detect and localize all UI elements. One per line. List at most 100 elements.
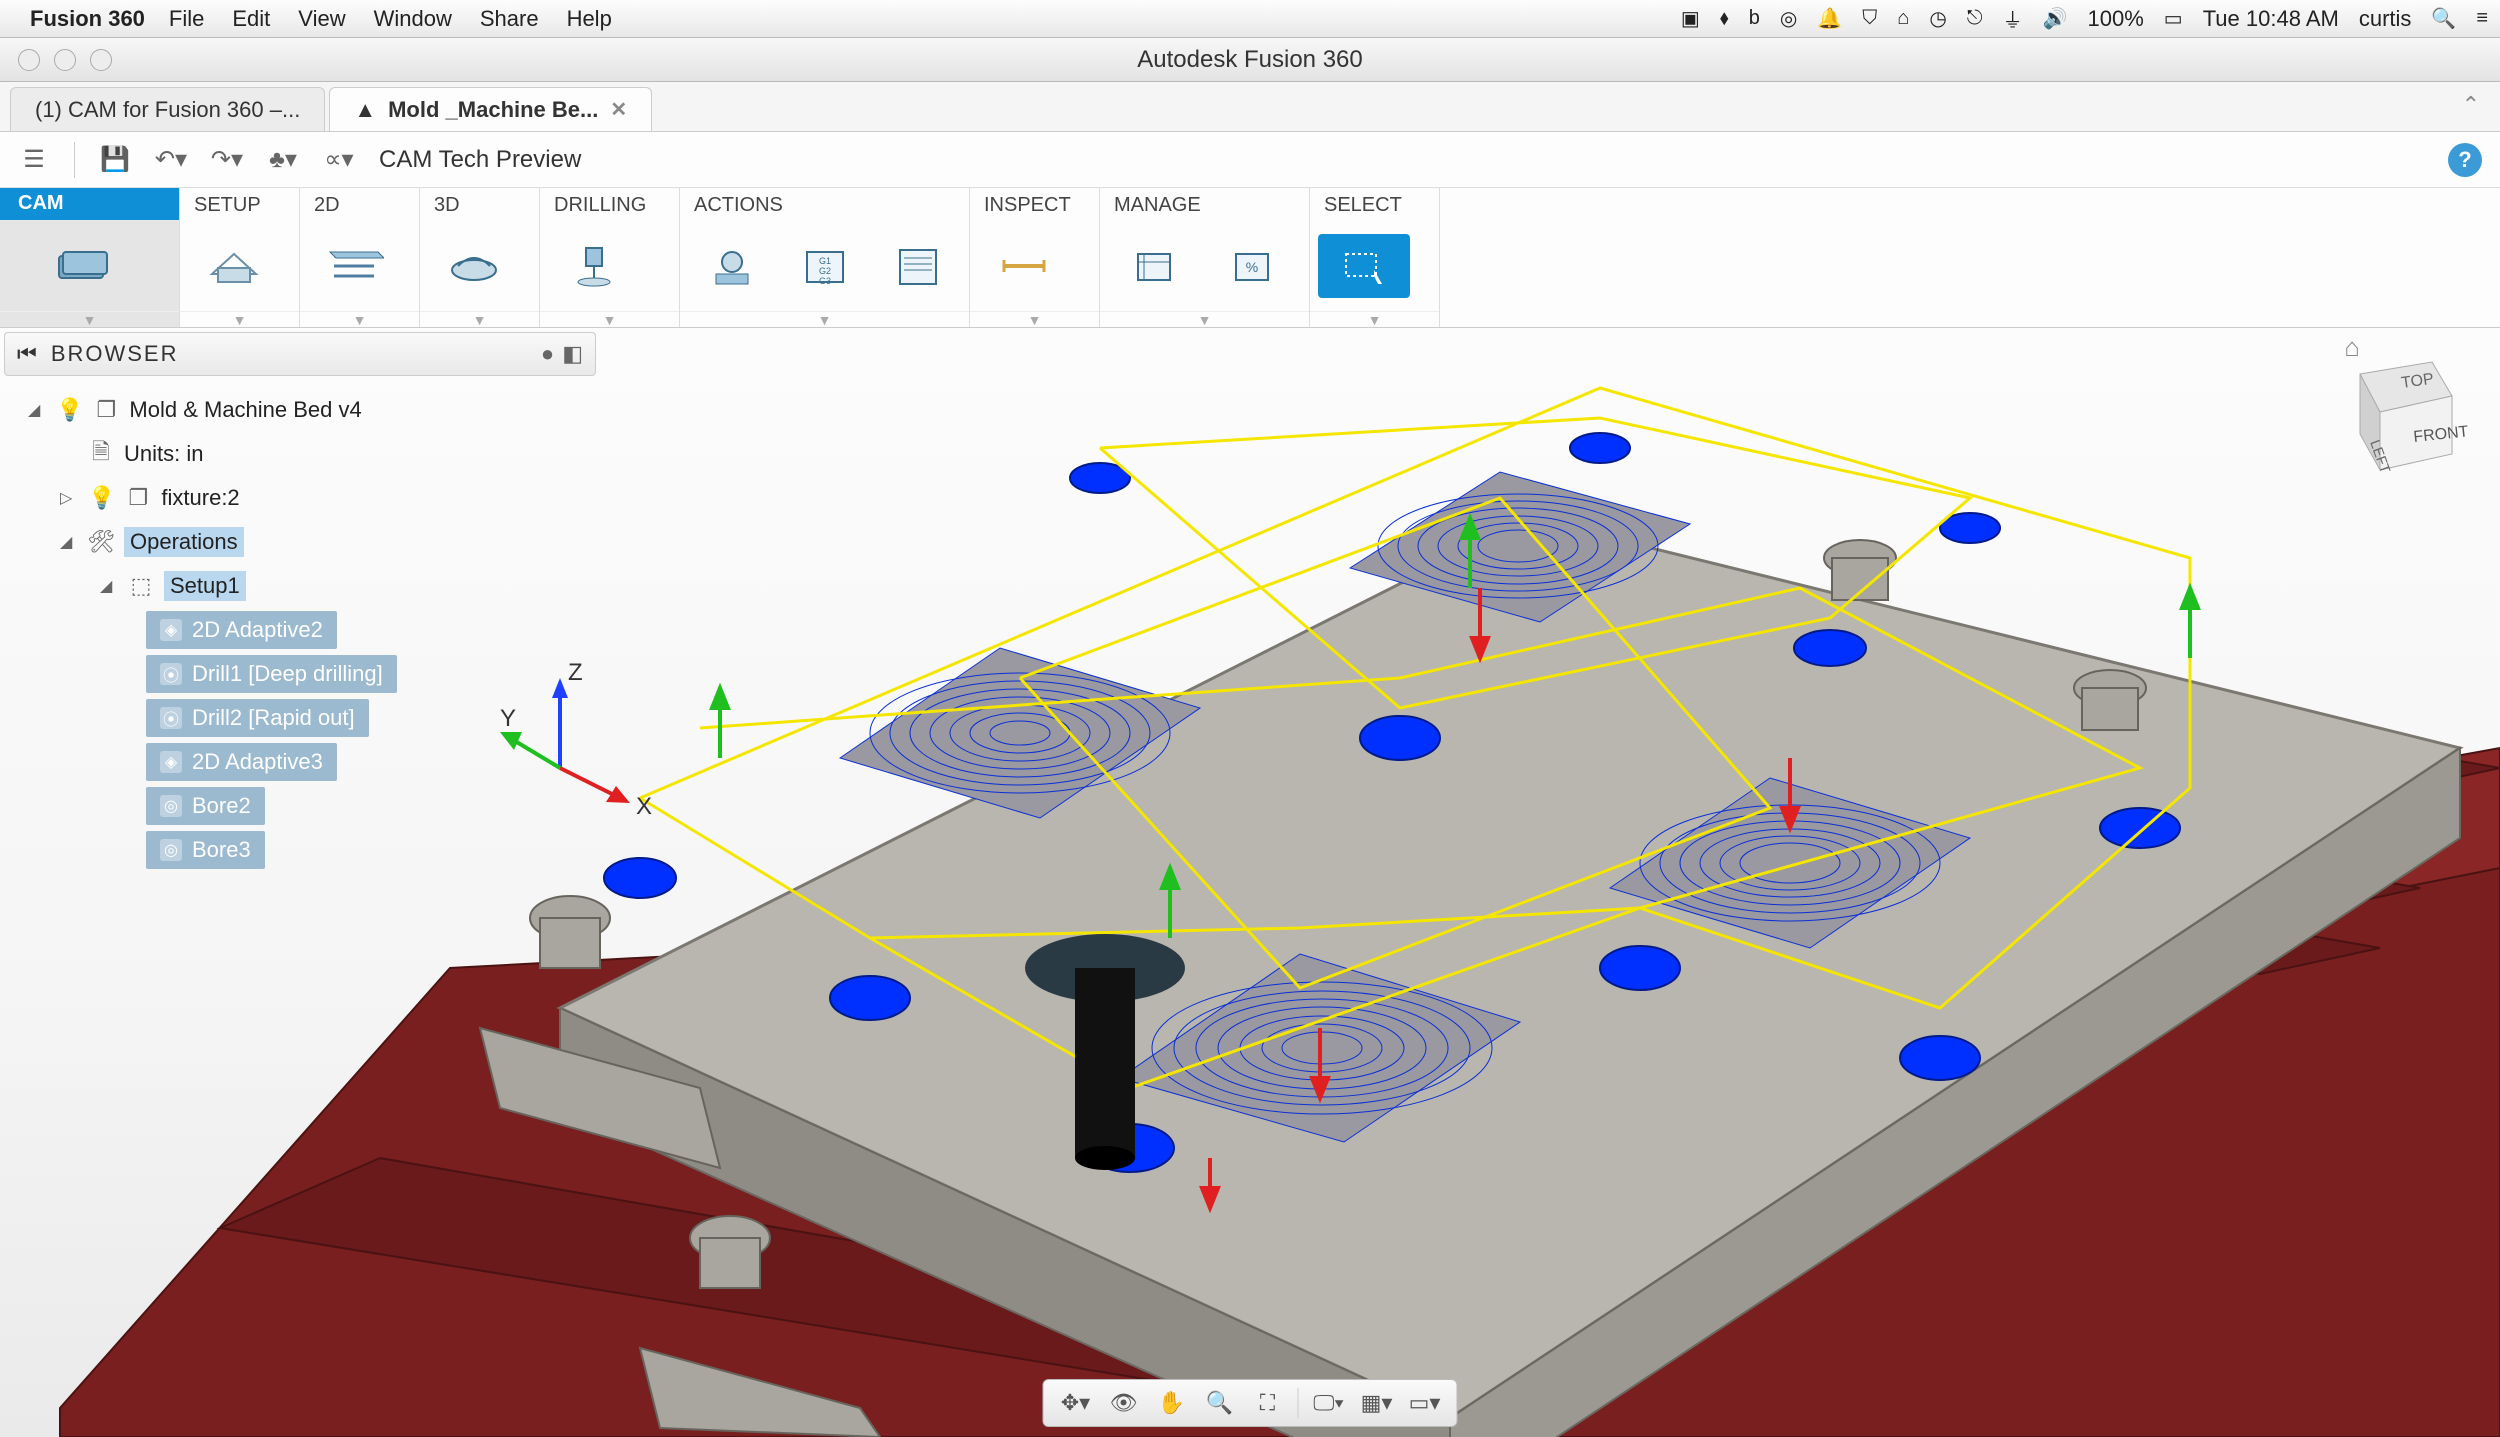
tree-icon[interactable]: ♣▾ [267, 144, 299, 176]
panel-toggle-icon[interactable]: ☰ [18, 144, 50, 176]
spotlight-icon[interactable]: 🔍 [2431, 6, 2456, 31]
window-traffic-lights [18, 49, 112, 71]
cloud-icon[interactable]: ◎ [1780, 6, 1797, 31]
browser-title: BROWSER [51, 341, 179, 367]
ribbon-group-inspect: INSPECT ▼ [970, 188, 1100, 327]
volume-icon[interactable]: 🔊 [2043, 6, 2068, 31]
drilling-button[interactable] [548, 234, 640, 298]
pan-button[interactable]: ✋ [1150, 1384, 1194, 1422]
tree-fixture[interactable]: ▷ 💡 ❐ fixture:2 [20, 476, 600, 520]
close-tab-icon[interactable]: ✕ [610, 97, 627, 122]
expand-icon[interactable]: ◧ [562, 341, 583, 367]
3d-button[interactable] [428, 234, 520, 298]
tree-op[interactable]: ◈2D Adaptive3 [20, 740, 600, 784]
clock-text[interactable]: Tue 10:48 AM [2203, 6, 2339, 32]
setup-button[interactable] [188, 234, 280, 298]
tree-op[interactable]: ⦿Drill2 [Rapid out] [20, 696, 600, 740]
tree-op[interactable]: ◎Bore3 [20, 828, 600, 872]
disclosure-icon[interactable]: ◢ [100, 576, 118, 596]
quick-access-toolbar: ☰ 💾 ↶▾ ↷▾ ♣▾ ∝▾ CAM Tech Preview ? [0, 132, 2500, 188]
browser-panel: ⏮ BROWSER ● ◧ ◢ 💡 ❐ Mold & Machine Bed v… [0, 328, 600, 872]
bell-icon[interactable]: 🔔 [1817, 6, 1842, 31]
ribbon-dropdown-icon[interactable]: ▼ [680, 311, 969, 327]
undo-icon[interactable]: ↶▾ [155, 144, 187, 176]
rewind-icon[interactable]: ⏮ [17, 341, 37, 367]
viewport-layout-button[interactable]: ▭▾ [1403, 1384, 1447, 1422]
ribbon-dropdown-icon[interactable]: ▼ [1100, 311, 1309, 327]
close-window-button[interactable] [18, 49, 40, 71]
camera-icon[interactable]: ▣ [1681, 6, 1700, 31]
save-icon[interactable]: 💾 [99, 144, 131, 176]
setup-sheet-button[interactable] [874, 234, 961, 298]
home-status-icon[interactable]: ⌂ [1897, 7, 1909, 30]
share-icon[interactable]: ∝▾ [323, 144, 355, 176]
ribbon-dropdown-icon[interactable]: ▼ [0, 311, 179, 327]
tree-units[interactable]: 🗎 Units: in [20, 432, 600, 476]
dropbox-icon[interactable]: ⬧ [1720, 7, 1729, 30]
grid-settings-button[interactable]: ▦▾ [1355, 1384, 1399, 1422]
select-button[interactable] [1318, 234, 1410, 298]
op-label: Bore3 [192, 837, 251, 863]
2d-button[interactable] [308, 234, 400, 298]
look-at-button[interactable]: 👁 [1102, 1384, 1146, 1422]
battery-icon[interactable]: ▭ [2164, 6, 2183, 31]
zoom-button[interactable]: 🔍 [1198, 1384, 1242, 1422]
menu-view[interactable]: View [298, 6, 345, 32]
tree-root[interactable]: ◢ 💡 ❐ Mold & Machine Bed v4 [20, 388, 600, 432]
ribbon-dropdown-icon[interactable]: ▼ [1310, 311, 1439, 327]
minimize-window-button[interactable] [54, 49, 76, 71]
disclosure-icon[interactable]: ◢ [60, 532, 78, 552]
tree-op[interactable]: ◎Bore2 [20, 784, 600, 828]
wifi-icon[interactable]: ⏚ [2003, 4, 2023, 33]
user-name[interactable]: curtis [2359, 6, 2412, 32]
ribbon-group-header: SETUP [180, 188, 299, 220]
tree-operations[interactable]: ◢ 🛠 Operations [20, 520, 600, 564]
clock-icon[interactable]: ◷ [1929, 6, 1946, 31]
ribbon-dropdown-icon[interactable]: ▼ [300, 311, 419, 327]
document-tab-active[interactable]: ▲ Mold _Machine Be... ✕ [329, 87, 652, 131]
b-icon[interactable]: b [1749, 7, 1760, 30]
lightbulb-icon[interactable]: 💡 [88, 485, 115, 511]
simulate-button[interactable] [688, 234, 775, 298]
operations-icon: 🛠 [88, 529, 114, 555]
orbit-button[interactable]: ✥▾ [1054, 1384, 1098, 1422]
tree-setup[interactable]: ◢ ⬚ Setup1 [20, 564, 600, 608]
battery-text[interactable]: 100% [2088, 6, 2144, 32]
menu-share[interactable]: Share [480, 6, 539, 32]
help-button[interactable]: ? [2448, 143, 2482, 177]
post-process-button[interactable]: G1G2G3 [781, 234, 868, 298]
browser-header[interactable]: ⏮ BROWSER ● ◧ [4, 332, 596, 376]
cam-workspace-button[interactable] [8, 234, 158, 298]
ribbon-dropdown-icon[interactable]: ▼ [540, 311, 679, 327]
notification-center-icon[interactable]: ≡ [2476, 7, 2488, 30]
zoom-window-button[interactable] [90, 49, 112, 71]
viewcube[interactable]: TOP LEFT FRONT [2320, 338, 2470, 488]
menu-window[interactable]: Window [374, 6, 452, 32]
redo-icon[interactable]: ↷▾ [211, 144, 243, 176]
disclosure-icon[interactable]: ◢ [28, 400, 46, 420]
ribbon-dropdown-icon[interactable]: ▼ [970, 311, 1099, 327]
fit-button[interactable]: ⛶ [1246, 1384, 1290, 1422]
menu-edit[interactable]: Edit [232, 6, 270, 32]
tool-library-button[interactable] [1108, 234, 1200, 298]
ribbon-dropdown-icon[interactable]: ▼ [180, 311, 299, 327]
menu-file[interactable]: File [169, 6, 204, 32]
tree-op[interactable]: ⦿Drill1 [Deep drilling] [20, 652, 600, 696]
tab-icon: ▲ [354, 97, 376, 123]
browser-tree: ◢ 💡 ❐ Mold & Machine Bed v4 🗎 Units: in … [0, 380, 600, 872]
document-tab[interactable]: (1) CAM for Fusion 360 –... [10, 87, 325, 131]
app-name[interactable]: Fusion 360 [30, 6, 145, 32]
shield-icon[interactable]: ⛉ [1862, 7, 1877, 30]
bluetooth-icon[interactable]: ⎋ [1967, 7, 1983, 30]
menu-help[interactable]: Help [567, 6, 612, 32]
display-settings-button[interactable]: 🖵▾ [1307, 1384, 1351, 1422]
task-manager-button[interactable]: % [1206, 234, 1298, 298]
collapse-tabbar-icon[interactable]: ⌃ [2462, 92, 2480, 118]
measure-button[interactable] [978, 234, 1070, 298]
ribbon-group-manage: MANAGE % ▼ [1100, 188, 1310, 327]
tree-op[interactable]: ◈2D Adaptive2 [20, 608, 600, 652]
ribbon-dropdown-icon[interactable]: ▼ [420, 311, 539, 327]
minimize-dot-icon[interactable]: ● [541, 341, 554, 367]
lightbulb-icon[interactable]: 💡 [56, 397, 83, 423]
disclosure-icon[interactable]: ▷ [60, 488, 78, 508]
